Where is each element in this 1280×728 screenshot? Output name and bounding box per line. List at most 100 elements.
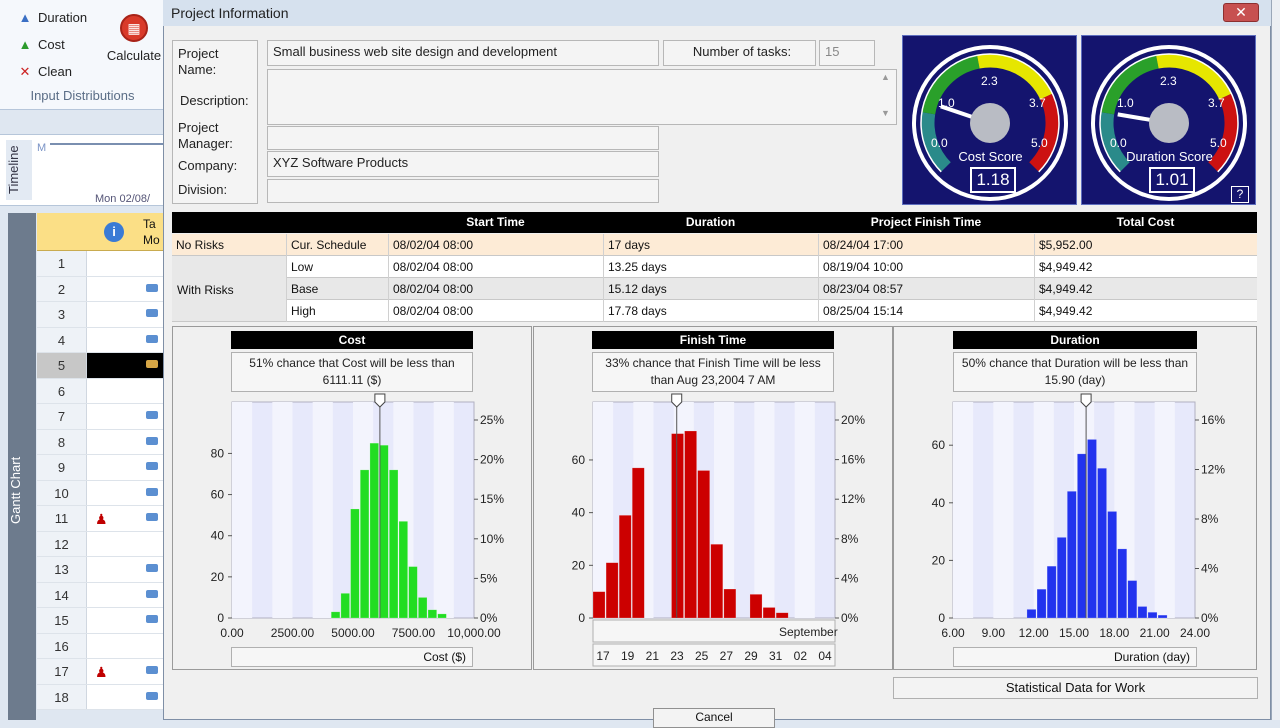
duration-cell: 17 days xyxy=(603,234,818,256)
description-label: Description: xyxy=(180,93,249,108)
gantt-row[interactable]: 5 xyxy=(37,353,165,379)
cancel-button[interactable]: Cancel xyxy=(653,708,775,728)
calculator-icon: ▦ xyxy=(120,14,148,42)
plot-stripe xyxy=(272,402,293,618)
gantt-row[interactable]: 12 xyxy=(37,531,165,557)
close-button[interactable]: ✕ xyxy=(1223,3,1259,22)
y-tick-label: 20 xyxy=(572,558,586,572)
x-tick-label: 18.00 xyxy=(1099,626,1129,640)
start-cell: 08/02/04 08:00 xyxy=(388,256,603,278)
y2-tick-label: 12% xyxy=(841,492,865,506)
clean-button[interactable]: ✕ Clean xyxy=(18,64,72,80)
gantt-row[interactable]: 9 xyxy=(37,455,165,481)
info-icon: i xyxy=(104,222,124,242)
row-number: 6 xyxy=(37,378,87,403)
gantt-row[interactable]: 7 xyxy=(37,404,165,430)
finish-cell: 08/19/04 10:00 xyxy=(818,256,1034,278)
histogram-bar xyxy=(697,470,711,619)
y2-tick-label: 15% xyxy=(480,492,504,506)
cost-button[interactable]: ▲ Cost xyxy=(18,37,65,52)
gantt-row[interactable]: 1 xyxy=(37,251,165,277)
y2-tick-label: 8% xyxy=(841,532,859,546)
gantt-row[interactable]: 6 xyxy=(37,378,165,404)
row-number: 2 xyxy=(37,276,87,301)
gantt-row[interactable]: 15 xyxy=(37,608,165,634)
gantt-row[interactable]: 2 xyxy=(37,276,165,302)
num-tasks-field[interactable]: 15 xyxy=(819,40,875,66)
gantt-row[interactable]: 16 xyxy=(37,633,165,659)
histogram-bar xyxy=(592,591,606,619)
gantt-row[interactable]: 8 xyxy=(37,429,165,455)
histogram-bar xyxy=(762,607,776,619)
duration-button[interactable]: ▲ Duration xyxy=(18,10,88,25)
table-header-duration: Duration xyxy=(603,212,818,233)
x-tick-label: 15.00 xyxy=(1059,626,1089,640)
y-tick-label: 0 xyxy=(578,611,585,625)
x-tick-label: 04 xyxy=(818,649,832,663)
gantt-row[interactable]: 11 ♟ xyxy=(37,506,165,532)
x-tick-label: 12.00 xyxy=(1019,626,1049,640)
project-manager-field[interactable] xyxy=(267,126,659,150)
company-field[interactable]: XYZ Software Products xyxy=(267,151,659,177)
cost-x-axis-label: Cost ($) xyxy=(231,647,473,667)
cost-chart-title: Cost xyxy=(231,331,473,349)
plot-stripe xyxy=(993,402,1014,618)
timeline-marker: M xyxy=(37,142,47,154)
duration-cell: 13.25 days xyxy=(603,256,818,278)
help-button[interactable]: ? xyxy=(1231,186,1249,203)
histogram-bar xyxy=(408,566,418,619)
task-mode-icon xyxy=(146,487,158,496)
cost-score-gauge: 0.0 1.0 2.3 3.7 5.0 Cost Score 1.18 xyxy=(902,35,1077,205)
finish-chart-note: 33% chance that Finish Time will be less… xyxy=(592,352,834,392)
histogram-bar xyxy=(1066,490,1077,619)
x-tick-label: 2500.00 xyxy=(271,626,315,640)
histogram-bar xyxy=(1117,548,1128,619)
row-number: 17 xyxy=(37,659,87,684)
y2-tick-label: 0% xyxy=(841,611,859,625)
x-tick-label: 29 xyxy=(744,649,758,663)
finish-chart-title: Finish Time xyxy=(592,331,834,349)
gantt-row[interactable]: 14 xyxy=(37,582,165,608)
table-row: Base 08/02/04 08:00 15.12 days 08/23/04 08:… xyxy=(172,278,1257,300)
scroll-up-icon[interactable]: ▲ xyxy=(881,72,890,82)
row-label: Low xyxy=(286,256,388,278)
window-edge xyxy=(1271,0,1280,720)
task-mode-icon xyxy=(146,691,158,700)
histogram-bar xyxy=(437,613,447,619)
histogram-bar xyxy=(710,543,724,619)
description-field[interactable] xyxy=(267,69,897,125)
gauge-tick-label: 0.0 xyxy=(931,136,948,150)
y-tick-label: 40 xyxy=(932,496,946,510)
cost-cell: $5,952.00 xyxy=(1034,234,1257,256)
histogram-bar xyxy=(671,433,684,619)
histogram-bar xyxy=(1157,614,1168,619)
project-name-field[interactable]: Small business web site design and devel… xyxy=(267,40,659,66)
gantt-row[interactable]: 13 xyxy=(37,557,165,583)
row-number: 9 xyxy=(37,455,87,480)
plot-stripe xyxy=(433,402,454,618)
cost-cell: $4,949.42 xyxy=(1034,300,1257,322)
scroll-down-icon[interactable]: ▼ xyxy=(881,108,890,118)
gantt-row[interactable]: 3 xyxy=(37,302,165,328)
row-number: 4 xyxy=(37,327,87,352)
row-number: 5 xyxy=(37,353,87,378)
statistical-data-button[interactable]: Statistical Data for Work xyxy=(893,677,1258,699)
ribbon-group-label: Input Distributions xyxy=(30,88,135,103)
gantt-row[interactable]: 18 xyxy=(37,684,165,710)
plot-stripe xyxy=(754,402,775,618)
gantt-row[interactable]: 4 xyxy=(37,327,165,353)
histogram-bar xyxy=(749,593,763,619)
num-tasks-label: Number of tasks: xyxy=(663,40,816,66)
division-field[interactable] xyxy=(267,179,659,203)
x-tick-label: 10,000.00 xyxy=(447,626,501,640)
y2-tick-label: 16% xyxy=(1201,413,1225,427)
calculate-button[interactable]: ▦ Calculate xyxy=(104,14,164,63)
histogram-bar xyxy=(1087,439,1097,619)
gantt-row[interactable]: 17 ♟ xyxy=(37,659,165,685)
histogram-bar xyxy=(418,597,428,619)
gantt-row[interactable]: 10 xyxy=(37,480,165,506)
task-mode-header-text: Ta Mo xyxy=(143,217,160,247)
gauge-tick-label: 2.3 xyxy=(981,74,998,88)
gauge-tick-label: 5.0 xyxy=(1031,136,1048,150)
task-mode-icon xyxy=(146,564,158,572)
